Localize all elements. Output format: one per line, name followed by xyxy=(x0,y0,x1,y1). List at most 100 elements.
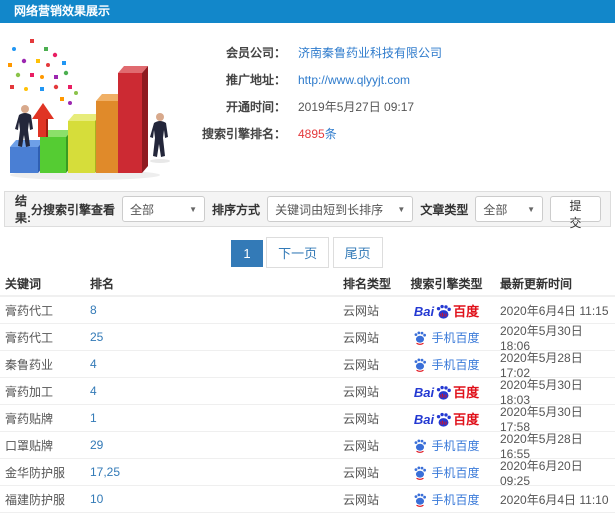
rank-count-value: 4895条 xyxy=(298,127,337,141)
table-row: 口罩贴牌 29 云网站 手机百度 2020年5月28日 16:55 xyxy=(0,432,615,461)
confetti-dots xyxy=(8,39,78,105)
baidu-logo-cn-text: 百度 xyxy=(453,411,480,427)
chevron-down-icon: ▼ xyxy=(527,204,536,214)
article-type-select[interactable]: 全部 ▼ xyxy=(475,196,544,222)
rank-link[interactable]: 17,25 xyxy=(90,465,120,479)
baidu-logo-bai-text: Bai xyxy=(413,411,435,427)
growth-bar-chart-illustration xyxy=(8,39,170,180)
baidu-mobile-badge[interactable]: 手机百度 xyxy=(413,437,480,454)
account-info: 会员公司： 济南秦鲁药业科技有限公司 推广地址： http://www.qlyy… xyxy=(178,33,442,183)
engine-cell: 手机百度 xyxy=(398,517,495,520)
table-row: 金华防护服 17,25 云网站 手机百度 2020年6月20日 09:25 xyxy=(0,459,615,488)
baidu-mobile-label: 手机百度 xyxy=(431,330,480,345)
table-row: 膏药代工 8 云网站 Bai du 百度 2020年6月4日 11:15 xyxy=(0,297,615,324)
keyword-cell: 口罩贴牌 xyxy=(5,438,54,453)
table-row: 膏药加工 4 云网站 Bai du 百度 2020年5月30日 18:03 xyxy=(0,378,615,407)
engine-select-value: 全部 xyxy=(130,202,155,217)
svg-text:du: du xyxy=(440,393,447,399)
baidu-mobile-paw-icon xyxy=(415,493,427,507)
info-row-company: 会员公司： 济南秦鲁药业科技有限公司 xyxy=(178,39,442,66)
rank-count-label: 搜索引擎排名： xyxy=(201,127,286,141)
baidu-mobile-label: 手机百度 xyxy=(431,492,480,507)
rank-type-cell: 云网站 xyxy=(343,492,380,507)
baidu-pc-logo[interactable]: Bai du 百度 xyxy=(413,303,480,319)
info-row-rank-count: 搜索引擎排名： 4895条 xyxy=(178,120,442,147)
promo-url-link[interactable]: http://www.qlyyjt.com xyxy=(298,73,410,87)
sort-select-value: 关键词由短到长排序 xyxy=(275,202,384,217)
engine-cell: 手机百度 xyxy=(398,491,495,508)
businessman-figure-right xyxy=(150,113,170,163)
info-row-open-time: 开通时间： 2019年5月27日 09:17 xyxy=(178,93,442,120)
baidu-mobile-label: 手机百度 xyxy=(431,465,480,480)
next-page-button[interactable]: 下一页 xyxy=(266,237,330,268)
engine-cell: 手机百度 xyxy=(398,464,495,481)
baidu-mobile-label: 手机百度 xyxy=(431,357,480,372)
table-row: 膏药代工 25 云网站 手机百度 2020年5月30日 18:06 xyxy=(0,324,615,353)
rank-type-cell: 云网站 xyxy=(343,357,380,372)
sort-select[interactable]: 关键词由短到长排序 ▼ xyxy=(267,196,414,222)
table-header-row: 关键词 排名 排名类型 搜索引擎类型 最新更新时间 xyxy=(0,271,615,297)
company-link[interactable]: 济南秦鲁药业科技有限公司 xyxy=(298,44,442,61)
baidu-logo-cn-text: 百度 xyxy=(453,303,480,319)
rank-link[interactable]: 29 xyxy=(90,438,103,452)
svg-text:du: du xyxy=(440,420,447,426)
ranking-table: 关键词 排名 排名类型 搜索引擎类型 最新更新时间 膏药代工 8 云网站 Bai du 百… xyxy=(0,271,615,520)
table-row: 秦鲁药业 4 云网站 手机百度 2020年5月28日 17:02 xyxy=(0,351,615,380)
updated-cell: 2020年6月4日 11:10 xyxy=(500,492,609,507)
table-row: 福建防护服 10 云网站 手机百度 2020年6月4日 11:10 xyxy=(0,486,615,513)
header-engine-type: 搜索引擎类型 xyxy=(410,276,483,291)
rank-link[interactable]: 10 xyxy=(90,492,103,506)
company-label: 会员公司： xyxy=(225,46,286,60)
baidu-logo-cn-text: 百度 xyxy=(453,384,480,400)
baidu-mobile-paw-icon xyxy=(415,466,427,480)
baidu-pc-logo[interactable]: Bai du 百度 xyxy=(413,384,480,400)
summary-section: 会员公司： 济南秦鲁药业科技有限公司 推广地址： http://www.qlyy… xyxy=(0,23,615,191)
rank-cell: 4 xyxy=(85,384,338,398)
svg-text:du: du xyxy=(440,312,447,318)
page-1-button[interactable]: 1 xyxy=(231,240,263,267)
baidu-mobile-badge[interactable]: 手机百度 xyxy=(413,491,480,508)
rank-link[interactable]: 4 xyxy=(90,384,97,398)
chevron-down-icon: ▼ xyxy=(397,204,406,214)
rank-link[interactable]: 4 xyxy=(90,357,97,371)
rank-cell: 29 xyxy=(85,438,338,452)
article-type-select-value: 全部 xyxy=(483,202,508,217)
baidu-logo-bai-text: Bai xyxy=(413,303,435,319)
engine-select[interactable]: 全部 ▼ xyxy=(122,196,206,222)
header-keyword: 关键词 xyxy=(5,276,42,291)
rank-link[interactable]: 1 xyxy=(90,411,97,425)
keyword-cell: 膏药加工 xyxy=(5,384,54,399)
submit-button[interactable]: 提交 xyxy=(550,196,602,230)
rank-cell: 25 xyxy=(85,330,338,344)
baidu-paw-icon: du xyxy=(436,304,451,319)
table-row-partial: 手机百度 xyxy=(0,513,615,520)
baidu-pc-logo[interactable]: Bai du 百度 xyxy=(413,411,480,427)
header-updated: 最新更新时间 xyxy=(500,276,573,291)
header-rank-type: 排名类型 xyxy=(343,276,392,291)
updated-cell: 2020年6月4日 11:15 xyxy=(500,303,609,318)
table-rows: 膏药代工 8 云网站 Bai du 百度 2020年6月4日 11:15 膏药代工 25 云网站手… xyxy=(0,297,615,520)
baidu-mobile-badge[interactable]: 手机百度 xyxy=(413,464,480,481)
article-type-label: 文章类型 xyxy=(420,202,469,217)
rank-cell: 10 xyxy=(85,492,338,506)
result-label: 结果: xyxy=(15,194,31,225)
baidu-logo-bai-text: Bai xyxy=(413,384,435,400)
page-title: 网络营销效果展示 xyxy=(14,4,111,18)
baidu-mobile-label: 手机百度 xyxy=(431,438,480,453)
rank-type-cell: 云网站 xyxy=(343,330,380,345)
keyword-cell: 金华防护服 xyxy=(5,465,66,480)
rank-type-cell: 云网站 xyxy=(343,384,380,399)
engine-cell: Bai du 百度 xyxy=(398,303,495,319)
engine-filter-label: 分搜索引擎查看 xyxy=(30,202,115,217)
baidu-mobile-badge[interactable]: 手机百度 xyxy=(413,356,480,373)
chevron-down-icon: ▼ xyxy=(189,204,198,214)
rank-link[interactable]: 25 xyxy=(90,330,103,344)
rank-link[interactable]: 8 xyxy=(90,303,97,317)
last-page-button[interactable]: 尾页 xyxy=(332,237,383,268)
baidu-mobile-badge[interactable]: 手机百度 xyxy=(413,329,480,346)
header-rank: 排名 xyxy=(90,276,115,291)
filter-bar: 结果: 分搜索引擎查看 全部 ▼ 排序方式 关键词由短到长排序 ▼ 文章类型 全… xyxy=(4,191,611,230)
keyword-cell: 福建防护服 xyxy=(5,492,66,507)
bar-red xyxy=(118,66,148,173)
info-row-url: 推广地址： http://www.qlyyjt.com xyxy=(178,66,442,93)
